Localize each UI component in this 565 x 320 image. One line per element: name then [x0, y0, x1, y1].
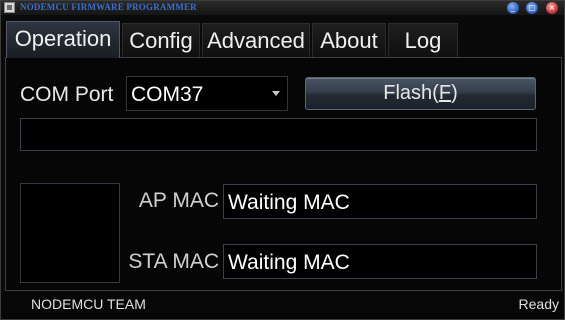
maximize-icon: □ — [528, 3, 536, 12]
flash-progress-bar — [20, 118, 537, 151]
minimize-button[interactable]: _ — [507, 2, 519, 14]
title-bar[interactable]: NODEMCU FIRMWARE PROGRAMMER _ □ × — [1, 1, 564, 15]
ap-mac-value: Waiting MAC — [228, 191, 350, 214]
tab-config[interactable]: Config — [122, 23, 200, 57]
ap-mac-label: AP MAC — [138, 189, 219, 212]
sta-mac-label: STA MAC — [128, 250, 219, 273]
chevron-down-icon[interactable] — [272, 91, 280, 96]
maximize-button[interactable]: □ — [526, 2, 538, 14]
flash-button[interactable]: Flash(F) — [305, 77, 536, 110]
sta-mac-value: Waiting MAC — [228, 251, 350, 274]
minimize-icon: _ — [511, 3, 515, 12]
app-icon[interactable] — [4, 2, 15, 13]
com-port-value: COM37 — [131, 83, 204, 106]
ap-mac-field[interactable]: Waiting MAC — [223, 184, 537, 219]
tab-about[interactable]: About — [312, 23, 386, 57]
tab-advanced[interactable]: Advanced — [202, 23, 310, 57]
flash-label-end: ) — [451, 82, 458, 104]
com-port-label: COM Port — [20, 83, 114, 106]
sta-mac-field[interactable]: Waiting MAC — [223, 244, 537, 279]
qr-code-area — [20, 183, 120, 283]
window-title: NODEMCU FIRMWARE PROGRAMMER — [20, 2, 197, 12]
tab-bar: Operation Config Advanced About Log — [4, 21, 564, 58]
status-bar: NODEMCU TEAM Ready — [1, 292, 564, 319]
close-icon: × — [548, 3, 556, 12]
tab-operation[interactable]: Operation — [6, 21, 120, 58]
status-ready: Ready — [518, 296, 559, 312]
status-team: NODEMCU TEAM — [31, 296, 146, 312]
tab-log[interactable]: Log — [388, 23, 458, 57]
flash-label: Flash( — [383, 82, 439, 104]
flash-mnemonic: F — [438, 82, 452, 104]
main-window: NODEMCU FIRMWARE PROGRAMMER _ □ × Operat… — [0, 0, 565, 320]
com-port-select[interactable]: COM37 — [126, 76, 288, 111]
close-button[interactable]: × — [546, 2, 558, 14]
